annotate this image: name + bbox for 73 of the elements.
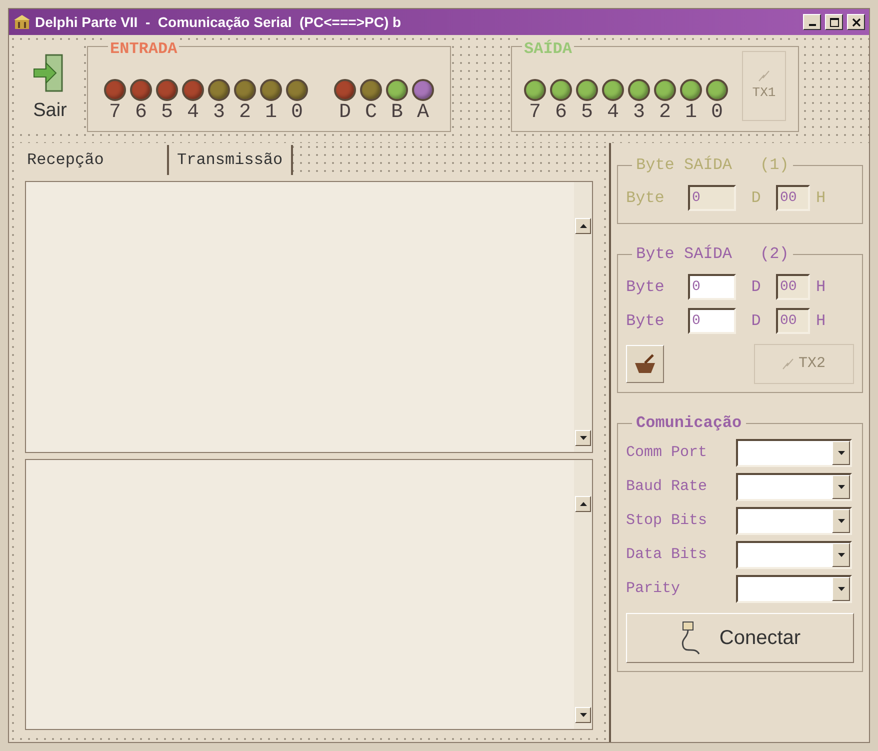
up-arrow-icon: [580, 502, 586, 506]
bit-label: 6: [134, 101, 147, 125]
bit-label: 6: [554, 101, 567, 125]
scroll-up-button[interactable]: [575, 218, 591, 234]
tab[interactable]: Transmissão: [167, 145, 293, 175]
bit-label: 7: [108, 101, 121, 125]
decimal-unit: D: [750, 188, 762, 209]
decimal-field[interactable]: 0: [688, 308, 736, 334]
bit-label: 4: [606, 101, 619, 125]
group-number: (2): [760, 244, 789, 265]
lightning-icon: [757, 69, 771, 84]
scrollbar[interactable]: [574, 460, 592, 729]
down-arrow-icon: [580, 713, 586, 717]
scroll-down-button[interactable]: [575, 707, 591, 723]
hex-field[interactable]: 00: [776, 308, 810, 334]
group-number: (1): [760, 155, 789, 176]
up-arrow-icon: [580, 224, 586, 228]
byte-label: Byte: [626, 277, 666, 298]
bit-label: A: [416, 101, 429, 125]
down-arrow-icon: [580, 436, 586, 440]
bit-label: 3: [632, 101, 645, 125]
close-button[interactable]: [847, 14, 865, 30]
group-title: Comunicação: [636, 413, 742, 434]
bit-label: 2: [658, 101, 671, 125]
bit-label: C: [364, 101, 377, 125]
bit-label: 0: [290, 101, 303, 125]
app-icon: [13, 14, 31, 30]
dropdown[interactable]: [736, 507, 852, 535]
window-title: Delphi Parte VII - Comunicação Serial (PC<===>PC) b: [35, 12, 402, 32]
byte-label: Byte: [626, 311, 666, 332]
dropdown[interactable]: [736, 575, 852, 603]
scrollbar[interactable]: [574, 182, 592, 452]
tab[interactable]: Recepção: [19, 145, 167, 175]
bit-label: 4: [186, 101, 199, 125]
group-title: Byte SAÍDA: [636, 244, 732, 265]
bit-label: D: [338, 101, 351, 125]
field-label: Data Bits: [626, 544, 708, 565]
bit-label: 7: [528, 101, 541, 125]
bit-label: 0: [710, 101, 723, 125]
byte-label: Byte: [626, 188, 666, 209]
maximize-button[interactable]: [825, 14, 843, 30]
dropdown[interactable]: [736, 473, 852, 501]
bit-label: 1: [684, 101, 697, 125]
hex-field[interactable]: 00: [776, 274, 810, 300]
bit-label: B: [390, 101, 403, 125]
lightning-icon: [782, 358, 794, 370]
hex-unit: H: [816, 277, 826, 298]
clear-button[interactable]: [626, 345, 664, 383]
maximize-icon: [830, 18, 838, 26]
scroll-down-button[interactable]: [575, 430, 591, 446]
decimal-unit: D: [750, 311, 762, 332]
field-label: Baud Rate: [626, 476, 708, 497]
decimal-field[interactable]: 0: [688, 274, 736, 300]
field-label: Comm Port: [626, 442, 708, 463]
field-label: Stop Bits: [626, 510, 708, 531]
dropdown[interactable]: [736, 439, 852, 467]
bit-label: 1: [264, 101, 277, 125]
close-icon: [852, 18, 860, 26]
bit-label: 5: [580, 101, 593, 125]
decimal-unit: D: [750, 277, 762, 298]
minimize-button[interactable]: [803, 14, 821, 30]
scroll-up-button[interactable]: [575, 496, 591, 512]
minimize-icon: [808, 24, 816, 26]
bit-label: 5: [160, 101, 173, 125]
hex-unit: H: [816, 311, 826, 332]
group-title: Byte SAÍDA: [636, 154, 732, 176]
bit-label: 2: [238, 101, 251, 125]
connect-button[interactable]: Conectar: [626, 613, 854, 663]
bit-label: 3: [212, 101, 225, 125]
dropdown[interactable]: [736, 541, 852, 569]
field-label: Parity: [626, 578, 682, 599]
hex-unit: H: [816, 188, 826, 209]
bowl-icon: [633, 353, 657, 375]
